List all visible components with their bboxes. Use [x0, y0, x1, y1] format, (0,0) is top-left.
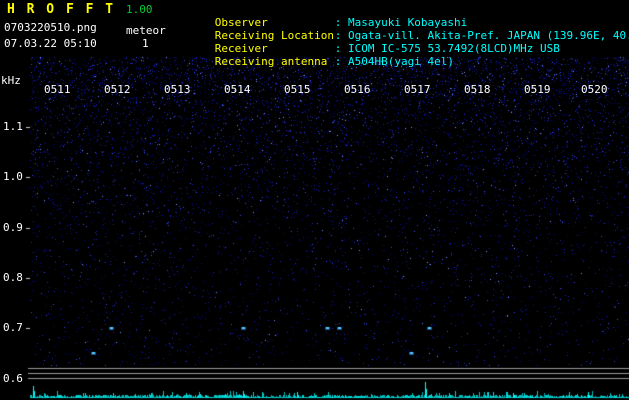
info-value: : A504HB(yagi 4el) [334, 55, 454, 68]
time-tick-label: 0516 [344, 83, 371, 96]
freq-tick-label: 1.1 [3, 120, 23, 133]
freq-tick-label: 0.8 [3, 271, 23, 284]
freq-tick-label: 0.7 [3, 321, 23, 334]
time-tick-label: 0515 [284, 83, 311, 96]
info-value: : ICOM IC-575 53.7492(8LCD)MHz USB [334, 42, 560, 55]
meteor-count: 1 [142, 37, 149, 50]
freq-tick-label: 0.9 [3, 221, 23, 234]
info-value: : Masayuki Kobayashi [334, 16, 468, 29]
freq-tick-label: 1.0 [3, 170, 23, 183]
info-label: Receiving Location [214, 29, 334, 42]
mode-label: meteor [126, 24, 166, 37]
freq-tick-label: 0.6 [3, 372, 23, 385]
time-tick-label: 0512 [104, 83, 131, 96]
output-filename: 0703220510.png [4, 21, 97, 34]
time-tick-label: 0514 [224, 83, 251, 96]
station-info: Observer : Masayuki Kobayashi Receiving L… [175, 3, 629, 68]
info-row-observer: Observer : Masayuki Kobayashi [175, 3, 629, 29]
info-value: : Ogata-vill. Akita-Pref. JAPAN (139.96E… [334, 29, 629, 42]
time-tick-label: 0517 [404, 83, 431, 96]
info-label: Observer [214, 16, 268, 29]
hrofft-screen: H R O F F T 1.00 0703220510.png meteor 0… [0, 0, 629, 400]
date-time: 07.03.22 05:10 [4, 37, 97, 50]
info-label: Receiver [214, 42, 268, 55]
freq-axis-unit: kHz [1, 74, 21, 87]
time-tick-label: 0519 [524, 83, 551, 96]
time-tick-label: 0511 [44, 83, 71, 96]
app-title: H R O F F T [7, 2, 116, 17]
time-tick-label: 0518 [464, 83, 491, 96]
time-tick-label: 0513 [164, 83, 191, 96]
info-label: Receiving antenna [214, 55, 328, 68]
app-version: 1.00 [126, 3, 153, 16]
time-tick-label: 0520 [581, 83, 608, 96]
